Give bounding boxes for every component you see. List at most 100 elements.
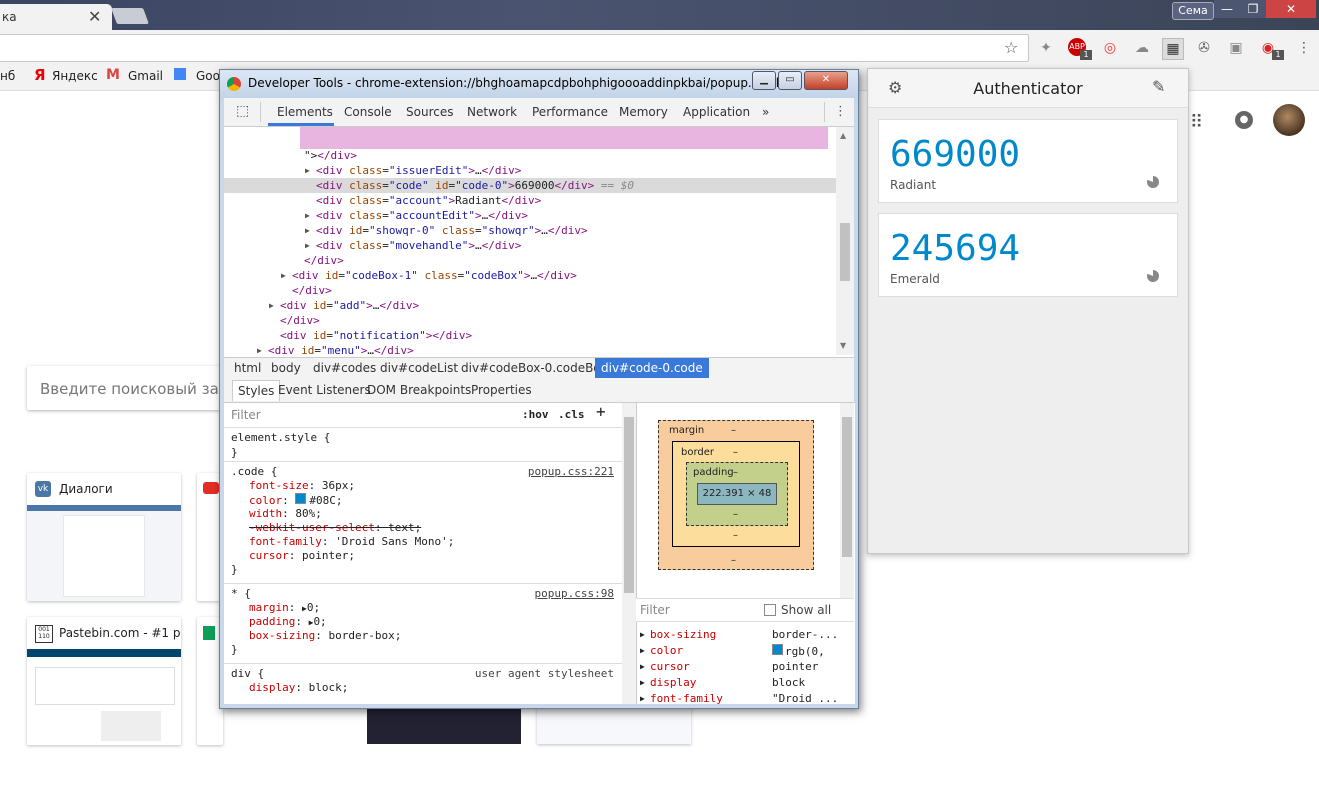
- rule-source-link[interactable]: user agent stylesheet: [475, 667, 614, 681]
- css-property[interactable]: color: #08C;: [249, 493, 343, 507]
- target-icon[interactable]: ◎: [1100, 38, 1120, 58]
- styles-scrollbar[interactable]: [622, 403, 636, 704]
- camera-icon[interactable]: ▣: [1226, 38, 1246, 58]
- qr-icon[interactable]: ▦: [1162, 38, 1184, 60]
- computed-pane[interactable]: Filter Show all ▶ box-sizing border-... ▶ co…: [636, 598, 854, 706]
- tile-thumbnail-partial[interactable]: [537, 706, 691, 744]
- otp-code[interactable]: 669000: [890, 134, 1020, 175]
- add-rule-button[interactable]: +: [596, 404, 606, 420]
- css-property[interactable]: cursor: pointer;: [249, 549, 355, 563]
- tab-memory[interactable]: Memory: [619, 105, 668, 119]
- rule-source-link[interactable]: popup.css:221: [528, 465, 614, 479]
- subtab-styles[interactable]: Styles: [232, 380, 281, 401]
- close-window-button[interactable]: ✕: [1266, 0, 1316, 18]
- color-swatch[interactable]: [295, 493, 307, 504]
- expand-arrow-icon[interactable]: ▶: [640, 676, 645, 690]
- close-button[interactable]: ✕: [804, 71, 848, 90]
- profile-button[interactable]: Сема: [1172, 2, 1214, 20]
- tile-vk[interactable]: vk Диалоги: [27, 473, 181, 601]
- apps-grid-icon[interactable]: ⠿: [1190, 112, 1203, 133]
- cls-button[interactable]: .cls: [558, 408, 585, 422]
- expand-arrow-icon[interactable]: ▶: [305, 238, 310, 253]
- new-tab-button[interactable]: [111, 8, 149, 24]
- pencil-icon[interactable]: ✎: [1152, 77, 1165, 96]
- search-box[interactable]: Введите поисковый запрос: [27, 366, 256, 410]
- show-all-checkbox[interactable]: [764, 604, 776, 616]
- devtools-menu-icon[interactable]: ⋮: [834, 104, 847, 119]
- bookmark-star-icon[interactable]: ☆: [1004, 38, 1018, 57]
- computed-property-name[interactable]: font-family: [650, 692, 723, 706]
- computed-filter-input[interactable]: Filter: [640, 603, 670, 617]
- box-model-content[interactable]: 222.391 × 48: [697, 483, 777, 505]
- computed-property-name[interactable]: cursor: [650, 660, 690, 674]
- element-style-selector[interactable]: element.style {: [231, 431, 330, 445]
- styles-pane[interactable]: Filter :hov .cls + element.style { } .co…: [224, 403, 622, 704]
- expand-arrow-icon[interactable]: ▶: [257, 343, 262, 355]
- notifications-icon[interactable]: ●: [1235, 111, 1253, 129]
- cloud-icon[interactable]: ☁: [1132, 38, 1152, 58]
- css-property[interactable]: font-family: 'Droid Sans Mono';: [249, 535, 454, 549]
- expand-arrow-icon[interactable]: ▶: [640, 692, 645, 706]
- box-model-margin[interactable]: margin – – border – – padding – – 222.39…: [658, 420, 814, 570]
- expand-arrow-icon[interactable]: ▶: [305, 208, 310, 223]
- computed-property-name[interactable]: box-sizing: [650, 628, 716, 642]
- breadcrumb-item[interactable]: html: [234, 361, 261, 375]
- computed-property-name[interactable]: display: [650, 676, 696, 690]
- more-tabs-icon[interactable]: »: [762, 105, 769, 119]
- tab-network[interactable]: Network: [467, 105, 517, 119]
- expand-arrow-icon[interactable]: ▶: [640, 644, 645, 658]
- expand-arrow-icon[interactable]: ▶: [269, 298, 274, 313]
- rule-source-link[interactable]: popup.css:98: [535, 587, 614, 601]
- css-property[interactable]: padding: ▶0;: [249, 615, 327, 629]
- expand-arrow-icon[interactable]: ▶: [640, 628, 645, 642]
- menu-icon[interactable]: ⋮: [1294, 38, 1314, 58]
- bookmark-google[interactable]: Goo: [196, 69, 220, 83]
- styles-filter-input[interactable]: Filter: [231, 408, 261, 422]
- css-property[interactable]: font-size: 36px;: [249, 479, 355, 493]
- avatar[interactable]: [1273, 104, 1305, 136]
- rule-selector[interactable]: div {: [231, 667, 264, 681]
- box-model-scrollbar[interactable]: [840, 403, 854, 599]
- css-property[interactable]: width: 80%;: [249, 507, 322, 521]
- tile-pastebin[interactable]: 001 110 Pastebin.com - #1 p...: [27, 617, 181, 745]
- box-model-padding[interactable]: padding – – 222.391 × 48: [686, 462, 788, 526]
- tab-console[interactable]: Console: [344, 105, 392, 119]
- hov-button[interactable]: :hov: [522, 408, 549, 422]
- computed-property-name[interactable]: color: [650, 644, 683, 658]
- breadcrumb-item[interactable]: body: [271, 361, 301, 375]
- expand-arrow-icon[interactable]: ▶: [305, 163, 310, 178]
- account-card[interactable]: 245694 Emerald: [878, 213, 1178, 297]
- dom-scrollbar[interactable]: ▲ ▼: [836, 127, 854, 355]
- css-property[interactable]: -webkit-user-select: text;: [249, 521, 421, 535]
- subtab-properties[interactable]: Properties: [471, 383, 532, 397]
- subtab-dom-breakpoints[interactable]: DOM Breakpoints: [367, 383, 471, 397]
- bookmark-yandex[interactable]: Яндекс: [52, 69, 98, 83]
- tab-close-icon[interactable]: ✕: [88, 7, 101, 26]
- otp-code[interactable]: 245694: [890, 228, 1020, 269]
- rule-selector[interactable]: * {: [231, 587, 251, 601]
- subtab-event-listeners[interactable]: Event Listeners: [278, 383, 371, 397]
- expand-arrow-icon[interactable]: ▶: [305, 223, 310, 238]
- inspect-element-icon[interactable]: ⬚: [236, 103, 249, 119]
- browser-tab[interactable]: ка ✕: [0, 4, 112, 30]
- dom-tree[interactable]: ••• "></div>▶<div class="issuerEdit">…</…: [224, 127, 836, 355]
- minimize-button[interactable]: ▁: [752, 71, 776, 90]
- account-card[interactable]: 669000 Radiant: [878, 119, 1178, 203]
- css-property[interactable]: box-sizing: border-box;: [249, 629, 401, 643]
- box-model-border[interactable]: border – – padding – – 222.391 × 48: [672, 441, 800, 547]
- tile-thumbnail-partial[interactable]: [367, 706, 521, 744]
- expand-arrow-icon[interactable]: ▶: [640, 660, 645, 674]
- devtools-title-bar[interactable]: Developer Tools - chrome-extension://bhg…: [220, 70, 858, 98]
- maximize-button[interactable]: ❐: [1240, 0, 1266, 18]
- css-property[interactable]: margin: ▶0;: [249, 601, 320, 615]
- tab-sources[interactable]: Sources: [406, 105, 453, 119]
- film-icon[interactable]: ✇: [1194, 38, 1214, 58]
- breadcrumb-item[interactable]: div#codeBox-0.codeBox: [461, 361, 607, 375]
- puzzle-icon[interactable]: ✦: [1036, 38, 1056, 58]
- breadcrumb-item[interactable]: div#codeList: [380, 361, 458, 375]
- bookmark-gmail[interactable]: Gmail: [128, 69, 163, 83]
- expand-arrow-icon[interactable]: ▶: [281, 268, 286, 283]
- tab-application[interactable]: Application: [683, 105, 750, 119]
- maximize-button[interactable]: ▭: [778, 71, 802, 90]
- bookmark-folder[interactable]: нб: [0, 69, 15, 83]
